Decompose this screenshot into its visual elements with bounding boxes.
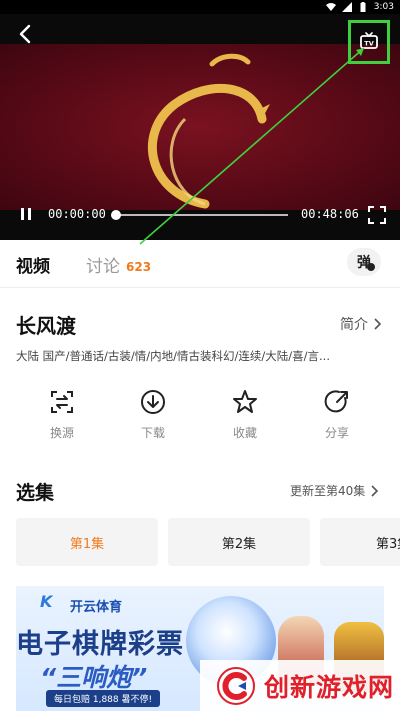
- episodes-title: 选集: [16, 482, 55, 504]
- intro-label: 简介: [340, 317, 368, 333]
- fullscreen-icon[interactable]: [368, 206, 386, 224]
- intro-link[interactable]: 简介: [340, 314, 382, 334]
- episode-list: 第1集 第2集 第3集: [16, 518, 400, 566]
- pause-icon[interactable]: [18, 206, 34, 222]
- episode-item[interactable]: 第3集: [320, 518, 400, 566]
- battery-icon: [360, 2, 366, 12]
- ad-slogan: “三响炮”: [40, 663, 148, 692]
- back-arrow-icon[interactable]: [14, 22, 38, 46]
- ad-pill: 每日包赔 1,888 暑不停!: [46, 690, 161, 707]
- star-icon: [233, 390, 257, 413]
- tv-cast-icon: TV: [360, 32, 378, 49]
- share-button[interactable]: 分享: [302, 388, 372, 441]
- wifi-icon: [325, 3, 336, 11]
- chevron-right-icon: [371, 484, 379, 497]
- episode-label: 第2集: [221, 536, 257, 552]
- action-label: 分享: [324, 426, 349, 440]
- watermark-text: 创新游戏网: [264, 672, 395, 702]
- status-bar: 3:03: [0, 0, 400, 14]
- show-title: 长风渡: [16, 314, 76, 338]
- discuss-count-badge: 623: [126, 260, 152, 274]
- episode-label: 第1集: [69, 536, 105, 552]
- action-label: 下载: [140, 426, 165, 440]
- share-icon: [324, 390, 348, 413]
- svg-text:TV: TV: [364, 40, 373, 48]
- signal-icon: [341, 2, 352, 12]
- ad-brand-mark: K: [40, 592, 53, 611]
- tab-discuss[interactable]: 讨论: [86, 252, 120, 277]
- progress-knob[interactable]: [111, 210, 121, 220]
- progress-bar[interactable]: [111, 210, 288, 220]
- danmu-check-icon: [367, 263, 375, 271]
- total-time: 00:48:06: [301, 207, 359, 221]
- download-icon: [141, 390, 165, 414]
- update-status-link[interactable]: 更新至第40集: [290, 482, 379, 499]
- download-button[interactable]: 下载: [118, 388, 188, 441]
- watermark-logo-icon: [217, 666, 255, 705]
- action-row: 换源 下载 收藏 分享: [0, 388, 400, 452]
- favorite-button[interactable]: 收藏: [210, 388, 280, 441]
- watermark: 创新游戏网: [200, 660, 400, 711]
- status-icons: 3:03: [325, 0, 394, 14]
- show-tags: 大陆 国产/普通话/古装/情/内地/情古装科幻/连续/大陆/喜/言...: [16, 349, 330, 363]
- video-player[interactable]: TV 00:00:00 00:48:06: [0, 14, 400, 240]
- episode-label: 第3集: [376, 536, 400, 552]
- ad-brand: 开云体育: [70, 600, 123, 615]
- switch-source-button[interactable]: 换源: [27, 388, 97, 441]
- video-frame[interactable]: [0, 44, 400, 210]
- danmu-toggle-button[interactable]: 弹: [347, 248, 381, 276]
- player-control-bar: 00:00:00 00:48:06: [0, 200, 400, 230]
- episode-item[interactable]: 第2集: [168, 518, 310, 566]
- tab-video[interactable]: 视频: [16, 252, 50, 277]
- episode-item[interactable]: 第1集: [16, 518, 158, 566]
- tv-cast-button[interactable]: TV: [348, 20, 390, 64]
- current-time: 00:00:00: [48, 207, 106, 221]
- action-label: 收藏: [232, 426, 257, 440]
- content-tabs: 视频 讨论 623 弹: [0, 240, 400, 288]
- chevron-right-icon: [374, 318, 382, 330]
- switch-source-icon: [51, 391, 73, 413]
- update-text: 更新至第40集: [290, 484, 366, 498]
- action-label: 换源: [49, 426, 74, 440]
- gold-swirl-artwork: [147, 53, 270, 209]
- status-time: 3:03: [373, 2, 394, 12]
- ad-headline: 电子棋牌彩票: [16, 629, 184, 660]
